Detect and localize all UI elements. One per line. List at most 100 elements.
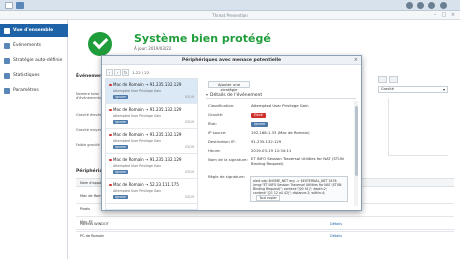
severity-dot: [109, 183, 112, 186]
widgets-icon[interactable]: [440, 2, 447, 9]
list-item[interactable]: Mac de Romain → 52.23.111.175 Attempted …: [106, 179, 197, 204]
event-category: Attempted User Privilege Gain: [113, 164, 162, 168]
detail-row-time: Heure: 2019-03-19 12:34:11: [208, 148, 358, 155]
event-date: 03/19: [184, 195, 194, 199]
detail-label: Nom de la signature:: [208, 157, 248, 162]
event-device: Mac de Romain: [113, 157, 144, 162]
event-device: Mac de Romain: [113, 182, 144, 187]
sidebar-item-label: Stratégie auto-définie: [13, 58, 63, 63]
severity-select[interactable]: Gravité: [378, 86, 448, 93]
severity-dot: [109, 83, 112, 86]
event-list: Mac de Romain → 91.235.132.129 Attempted…: [105, 78, 198, 210]
event-date: 03/19: [184, 120, 194, 124]
severity-dot: [109, 108, 112, 111]
detail-value: 91.235.132.129: [251, 139, 282, 144]
detail-value: 192.168.1.33 (Mac de Romain): [251, 130, 310, 135]
event-category: Attempted User Privilege Gain: [113, 89, 162, 93]
sidebar-item-overview[interactable]: Vue d'ensemble: [0, 24, 68, 37]
event-date: 03/19: [184, 170, 194, 174]
sidebar: Vue d'ensemble Événements Stratégie auto…: [0, 20, 68, 259]
desktop-icon[interactable]: [5, 2, 13, 9]
sidebar-item-label: Paramètres: [13, 88, 39, 93]
status-badge: Ignorer: [113, 145, 129, 149]
arrow-icon: →: [144, 132, 149, 137]
status-title: Système bien protégé: [134, 32, 271, 45]
sidebar-item-settings[interactable]: Paramètres: [0, 84, 68, 97]
event-ip: 91.235.132.129: [149, 82, 182, 87]
status-updated: À jour: 2019/03/22: [134, 46, 172, 51]
event-ip: 52.23.111.175: [149, 182, 179, 187]
detail-row-signature-name: Nom de la signature: ET INFO Session Tra…: [208, 156, 358, 171]
arrow-icon: →: [144, 182, 149, 187]
sidebar-item-statistics[interactable]: Statistiques: [0, 69, 68, 82]
detail-row-status: État: Ignorer: [208, 121, 358, 128]
prev-page-button[interactable]: ‹: [106, 68, 113, 76]
search-icon[interactable]: [428, 2, 435, 9]
sidebar-item-events[interactable]: Événements: [0, 39, 68, 52]
detail-row-classification: Classification: Attempted User Privilege…: [208, 103, 358, 110]
list-item[interactable]: Mac de Romain → 91.235.132.129 Attempted…: [106, 154, 197, 179]
event-ip: 91.235.132.129: [149, 157, 182, 162]
maximize-icon[interactable]: □: [441, 12, 447, 18]
scrollbar-thumb[interactable]: [354, 106, 358, 176]
device-row-label: Pixels: [80, 207, 90, 211]
table-divider: [76, 229, 454, 230]
detail-value: ET INFO Session Traversal Utilities for …: [251, 156, 344, 166]
arrow-icon: →: [144, 82, 149, 87]
detail-label: Classification:: [208, 103, 235, 108]
detail-label: Règle de signature:: [208, 174, 245, 179]
chart-next-button[interactable]: [389, 76, 398, 83]
event-device: Mac de Romain: [113, 132, 144, 137]
event-date: 03/19: [184, 145, 194, 149]
user-icon[interactable]: [417, 2, 424, 9]
statistics-icon: [4, 72, 10, 79]
protected-check-icon: [88, 32, 112, 56]
status-badge: Ignorer: [113, 95, 129, 99]
detail-label: IP source:: [208, 130, 227, 135]
event-category: Attempted User Privilege Gain: [113, 189, 162, 193]
next-page-button[interactable]: ›: [114, 68, 121, 76]
events-chart-area: [388, 98, 448, 156]
table-divider: [76, 216, 454, 217]
chat-icon[interactable]: [406, 2, 413, 9]
add-policy-button[interactable]: Ajouter une stratégie: [208, 81, 250, 92]
refresh-icon[interactable]: ↻: [122, 68, 129, 76]
app-window-icon[interactable]: [16, 2, 24, 9]
pager: ‹ › ↻ 1-22 / 22: [106, 68, 149, 76]
event-device: Mac de Romain: [113, 82, 144, 87]
details-link[interactable]: Détails: [330, 222, 342, 226]
list-item[interactable]: Mac de Romain → 91.235.132.129 Attempted…: [106, 129, 197, 154]
event-details-header[interactable]: ▾ Détails de l'événement: [206, 91, 356, 99]
details-scrollbar[interactable]: [354, 101, 358, 206]
list-item[interactable]: Mac de Romain → 91.235.132.129 Attempted…: [106, 79, 197, 104]
minimize-icon[interactable]: –: [432, 12, 438, 18]
detail-row-severity: Gravité: Élevé: [208, 112, 358, 119]
sidebar-item-label: Statistiques: [13, 73, 40, 78]
severity-badge: Élevé: [251, 113, 266, 118]
device-row-label: PC de Romain: [80, 234, 105, 238]
severity-dot: [109, 158, 112, 161]
arrow-icon: →: [144, 107, 149, 112]
events-icon: [4, 42, 10, 49]
chart-prev-button[interactable]: [378, 76, 387, 83]
close-window-icon[interactable]: ×: [450, 12, 456, 18]
threat-devices-dialog: Périphériques avec menace potentielle × …: [101, 55, 362, 211]
list-item[interactable]: Mac de Romain → 91.235.132.129 Attempted…: [106, 104, 197, 129]
chevron-down-icon: ▾: [206, 92, 209, 97]
policy-icon: [4, 57, 10, 64]
close-icon[interactable]: ×: [354, 57, 358, 63]
status-badge: Ignorer: [113, 195, 129, 199]
detail-label: Destination IP:: [208, 139, 236, 144]
total-events-label: Nombre total d'événements: [76, 92, 101, 100]
table-divider: [76, 231, 454, 232]
detail-row-destination-ip: Destination IP: 91.235.132.129: [208, 139, 358, 146]
sidebar-item-custom-policy[interactable]: Stratégie auto-définie: [0, 54, 68, 67]
severity-dot: [109, 133, 112, 136]
event-ip: 91.235.132.129: [149, 107, 182, 112]
event-category: Attempted User Privilege Gain: [113, 139, 162, 143]
status-badge: Ignorer: [113, 170, 129, 174]
details-link[interactable]: Détails: [330, 234, 342, 238]
copy-all-button[interactable]: Tout copier: [256, 195, 280, 201]
event-category: Attempted User Privilege Gain: [113, 114, 162, 118]
detail-label: Gravité:: [208, 112, 224, 117]
